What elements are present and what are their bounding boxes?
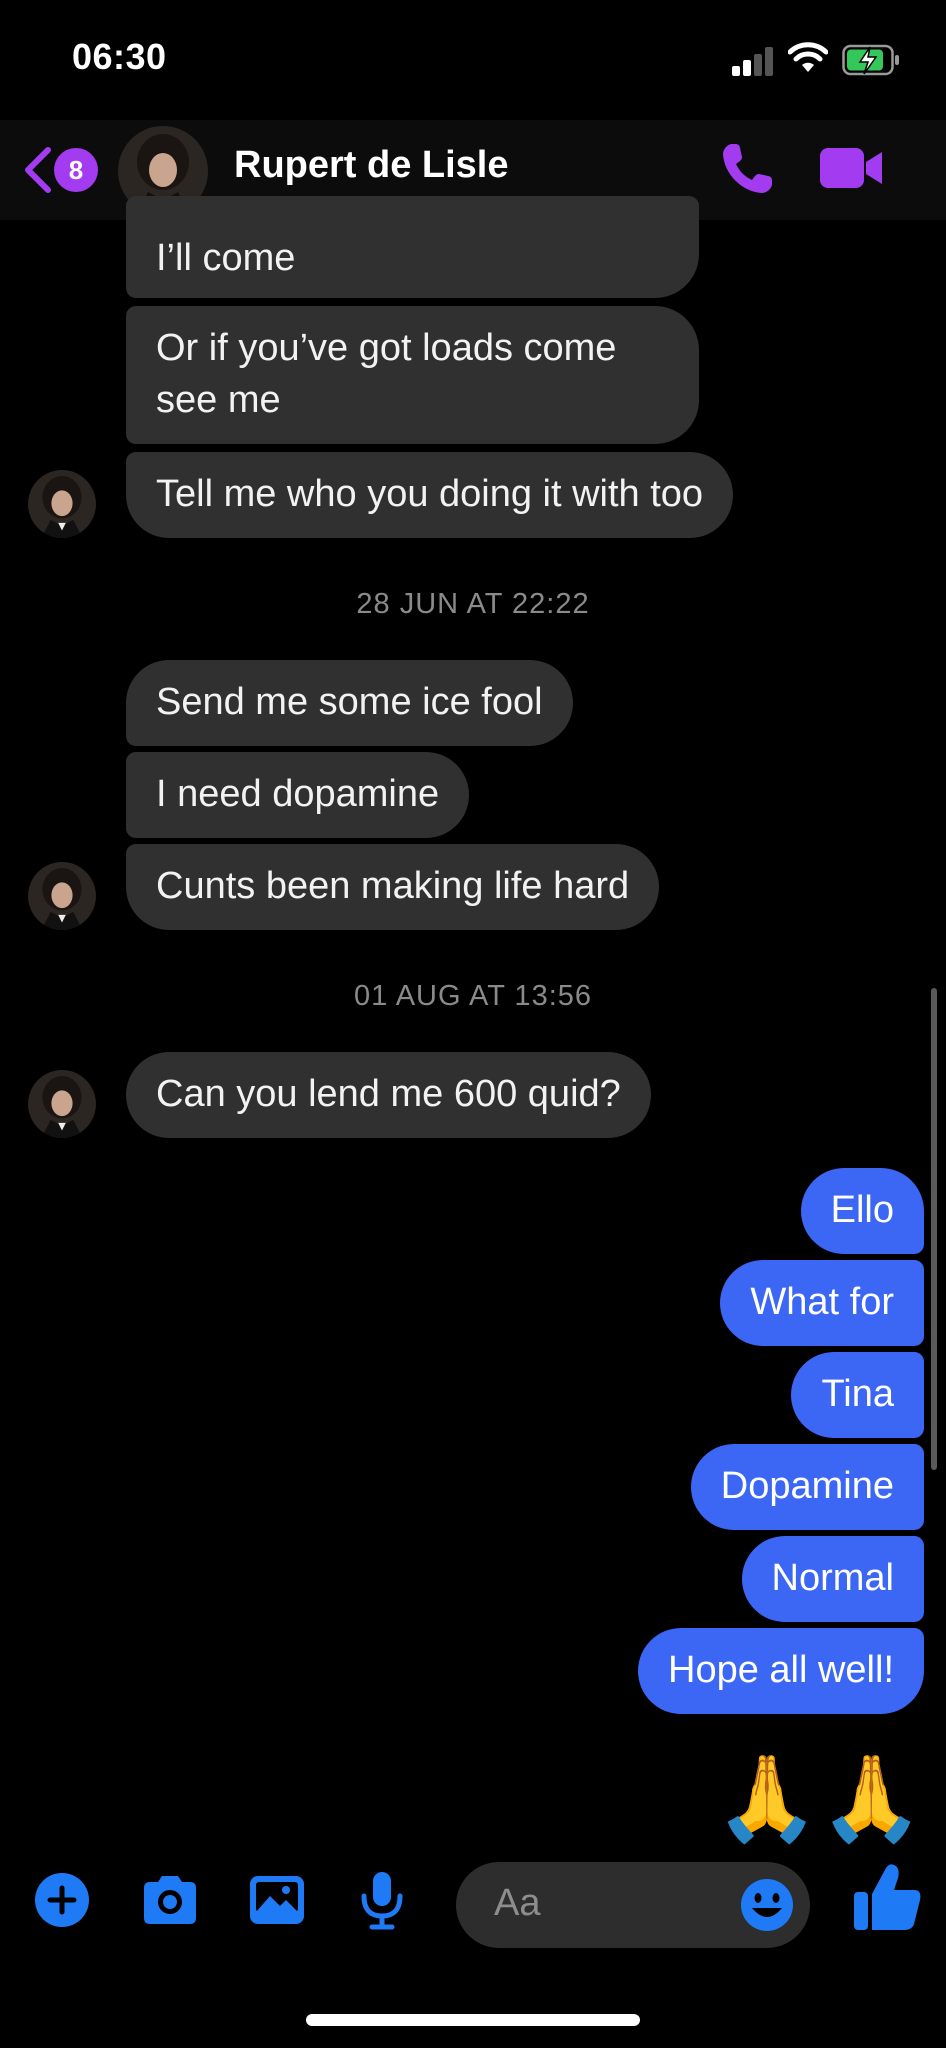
- incoming-message[interactable]: I’ll come: [126, 196, 699, 298]
- smiley-icon[interactable]: [738, 1876, 796, 1934]
- incoming-message[interactable]: Or if you’ve got loads come see me: [126, 306, 699, 444]
- outgoing-message[interactable]: Normal: [741, 1536, 924, 1622]
- phone-icon[interactable]: [718, 140, 776, 198]
- status-bar: 06:30: [0, 0, 946, 120]
- contact-name[interactable]: Rupert de Lisle: [234, 144, 509, 187]
- incoming-message[interactable]: Send me some ice fool: [126, 660, 573, 746]
- timestamp-divider: 28 JUN AT 22:22: [356, 588, 590, 620]
- chevron-left-icon: [25, 147, 51, 193]
- thumbs-up-icon[interactable]: [848, 1858, 928, 1938]
- outgoing-message[interactable]: Dopamine: [690, 1444, 924, 1530]
- photo-gallery-icon[interactable]: [240, 1864, 312, 1936]
- microphone-icon[interactable]: [346, 1864, 418, 1936]
- cellular-signal-icon: [732, 46, 774, 76]
- message-input-placeholder: Aa: [494, 1882, 541, 1924]
- timestamp-divider: 01 AUG AT 13:56: [353, 980, 593, 1012]
- outgoing-message[interactable]: Hope all well!: [638, 1628, 924, 1714]
- incoming-message[interactable]: Can you lend me 600 quid?: [126, 1052, 651, 1138]
- wifi-icon: [788, 42, 828, 72]
- contact-avatar-small[interactable]: [28, 862, 96, 930]
- contact-avatar-small[interactable]: [28, 470, 96, 538]
- incoming-message[interactable]: Cunts been making life hard: [126, 844, 660, 930]
- unread-badge: 8: [54, 148, 98, 192]
- scrollbar[interactable]: [931, 988, 937, 1470]
- emoji-message[interactable]: 🙏🙏: [715, 1748, 924, 1848]
- outgoing-message[interactable]: What for: [720, 1260, 924, 1346]
- message-composer: Aa: [0, 1840, 946, 1960]
- plus-icon[interactable]: [26, 1864, 98, 1936]
- message-input[interactable]: Aa: [456, 1862, 810, 1948]
- outgoing-message[interactable]: Tina: [791, 1352, 924, 1438]
- home-indicator[interactable]: [306, 2014, 640, 2026]
- contact-avatar-small[interactable]: [28, 1070, 96, 1138]
- back-button[interactable]: 8: [20, 144, 100, 196]
- status-time: 06:30: [72, 36, 167, 77]
- outgoing-message[interactable]: Ello: [800, 1168, 924, 1254]
- video-camera-icon[interactable]: [818, 142, 886, 194]
- incoming-message[interactable]: I need dopamine: [126, 752, 470, 838]
- battery-charging-icon: [842, 44, 899, 76]
- incoming-message[interactable]: Tell me who you doing it with too: [126, 452, 734, 538]
- camera-icon[interactable]: [134, 1864, 206, 1936]
